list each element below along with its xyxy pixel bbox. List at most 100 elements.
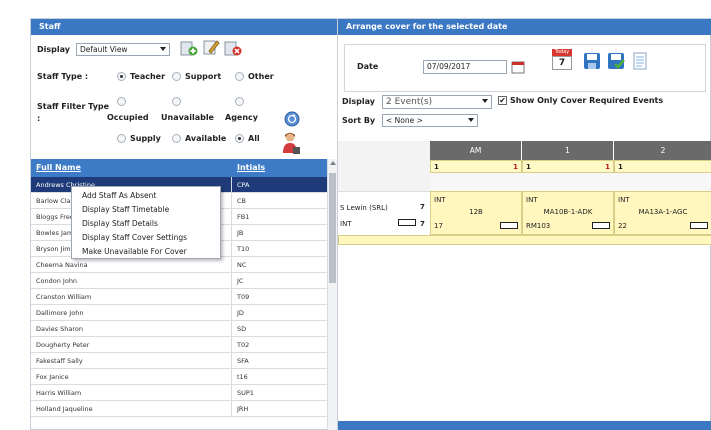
display-select[interactable]: Default View (75, 43, 170, 56)
radio-occupied[interactable] (117, 97, 126, 106)
table-row[interactable]: Holland Jaqueline JRH (31, 401, 327, 417)
radio-supply[interactable] (117, 134, 126, 143)
save-and-close-icon[interactable] (607, 52, 625, 70)
staff-table-scrollbar[interactable] (327, 159, 337, 430)
radio-unavailable[interactable] (172, 97, 181, 106)
grid-footer-row (338, 235, 711, 245)
add-staff-icon[interactable] (180, 39, 198, 57)
grid-header-am: AM (430, 141, 521, 160)
staff-type-support[interactable]: Support (172, 72, 221, 81)
menu-display-timetable[interactable]: Display Staff Timetable (72, 203, 220, 217)
table-row[interactable]: Fox Janice t16 (31, 369, 327, 385)
radio-all[interactable] (235, 134, 244, 143)
event-1-type: INT (526, 196, 538, 204)
app-window: Staff Display Default View Staff Type: … (30, 18, 711, 430)
menu-display-cover-settings[interactable]: Display Staff Cover Settings (72, 231, 220, 245)
event-cell-am[interactable]: INT 12B 17 (430, 191, 522, 235)
event-cell-1[interactable]: INT MA10B-1-ADK RM103 (522, 191, 614, 235)
radio-other[interactable] (235, 72, 244, 81)
grid-staff-name: S Lewin (SRL) (340, 204, 388, 212)
filter-available[interactable]: Available (172, 134, 226, 143)
staff-initials: SD (237, 325, 247, 333)
filter-all[interactable]: All (235, 134, 260, 143)
filter-agency-label: Agency (225, 113, 258, 122)
staff-full-name: Condon John (36, 277, 78, 285)
col-full-name[interactable]: Full Name (36, 163, 81, 172)
refresh-icon[interactable] (284, 111, 300, 127)
grid-corner (338, 141, 430, 191)
radio-available[interactable] (172, 134, 181, 143)
edit-staff-icon[interactable] (202, 38, 220, 56)
column-divider (231, 369, 232, 385)
column-divider (231, 225, 232, 241)
sub-1-right: 1 (605, 163, 610, 171)
date-input[interactable]: 07/09/2017 (423, 60, 507, 74)
show-cover-checkbox[interactable]: ✔ (498, 96, 507, 105)
today-button[interactable]: Today 7 (552, 48, 572, 70)
grid-staff-type: INT (340, 220, 352, 228)
staff-full-name: Dallimore John (36, 309, 84, 317)
radio-agency[interactable] (235, 97, 244, 106)
sub-2-left: 1 (618, 163, 623, 171)
sort-by-label: Sort By (342, 116, 376, 125)
col-initials[interactable]: Intials (237, 163, 265, 172)
table-row[interactable]: Cranston William T09 (31, 289, 327, 305)
table-row[interactable]: Cheema Navina NC (31, 257, 327, 273)
calendar-icon[interactable] (511, 60, 525, 74)
column-divider (231, 353, 232, 369)
event-2-class: MA13A-1-AGC (638, 208, 688, 216)
display-select-value: Default View (79, 45, 128, 54)
filter-supply[interactable]: Supply (117, 134, 161, 143)
event-display-label: Display (342, 97, 375, 106)
event-am-class: 12B (469, 208, 483, 216)
sort-by-select[interactable]: < None > (382, 114, 478, 127)
event-display-select[interactable]: 2 Event(s) (382, 95, 492, 109)
table-row[interactable]: Harris William SUP1 (31, 385, 327, 401)
save-icon[interactable] (583, 52, 601, 70)
table-row[interactable]: Davies Sharon SD (31, 321, 327, 337)
column-divider (231, 401, 232, 417)
grid-staff-box (398, 219, 416, 226)
table-row[interactable]: Condon John JC (31, 273, 327, 289)
menu-display-details[interactable]: Display Staff Details (72, 217, 220, 231)
staff-type-other[interactable]: Other (235, 72, 274, 81)
event-1-class: MA10B-1-ADK (543, 208, 593, 216)
filter-occupied-label: Occupied (107, 113, 149, 122)
radio-teacher[interactable] (117, 72, 126, 81)
person-icon[interactable] (281, 131, 301, 155)
event-cell-2[interactable]: INT MA13A-1-AGC 22 (614, 191, 711, 235)
staff-type-teacher[interactable]: Teacher (117, 72, 165, 81)
scrollbar-thumb[interactable] (329, 173, 336, 283)
column-divider (231, 241, 232, 257)
grid-spacer (430, 173, 711, 191)
staff-panel-title: Staff (31, 19, 337, 35)
table-row[interactable]: Dougherty Peter T02 (31, 337, 327, 353)
report-icon[interactable] (632, 52, 648, 70)
event-2-box (690, 222, 708, 229)
cover-panel-title: Arrange cover for the selected date (338, 19, 711, 35)
column-divider (231, 337, 232, 353)
event-2-type: INT (618, 196, 630, 204)
staff-panel: Staff Display Default View Staff Type: … (31, 19, 338, 430)
scroll-up-icon[interactable] (330, 161, 336, 165)
menu-add-staff-absent[interactable]: Add Staff As Absent (72, 189, 220, 203)
grid-staff-cell[interactable]: S Lewin (SRL) 7 INT 7 (338, 191, 430, 235)
chevron-down-icon (159, 47, 166, 51)
table-row[interactable]: Dallimore John JD (31, 305, 327, 321)
staff-initials: JD (237, 309, 244, 317)
staff-initials: JC (237, 277, 244, 285)
radio-support[interactable] (172, 72, 181, 81)
column-divider (231, 177, 232, 193)
today-number: 7 (552, 55, 572, 70)
chevron-down-icon (468, 118, 474, 122)
staff-initials: t16 (237, 373, 248, 381)
show-cover-required[interactable]: ✔ Show Only Cover Required Events (498, 96, 663, 105)
menu-make-unavailable[interactable]: Make Unavailable For Cover (72, 245, 220, 259)
staff-full-name: Harris William (36, 389, 82, 397)
grid-sub-am: 1 1 (430, 160, 522, 173)
delete-staff-icon[interactable] (224, 39, 242, 57)
staff-initials: JB (237, 229, 244, 237)
table-row[interactable]: Fakestaff Sally SFA (31, 353, 327, 369)
filter-type-label: Staff Filter Type (37, 102, 110, 111)
column-divider (231, 305, 232, 321)
